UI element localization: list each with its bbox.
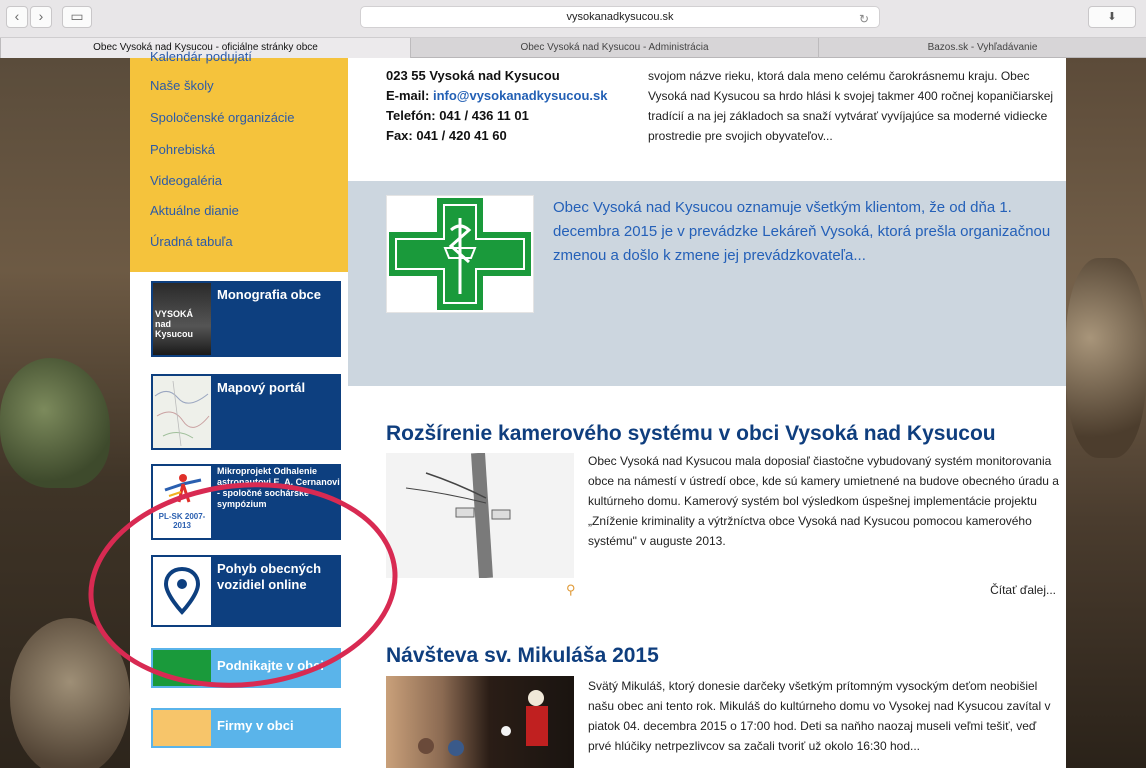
email-link[interactable]: info@vysokanadkysucou.sk (433, 88, 608, 103)
mikulas-photo-icon (418, 690, 548, 756)
forward-button[interactable]: › (30, 6, 52, 28)
browser-toolbar: ‹ › ▭ vysokanadkysucou.sk ↻ ⬇ (0, 0, 1146, 38)
article-text-mikulas: Svätý Mikuláš, ktorý donesie darčeky vše… (588, 679, 1051, 753)
camera-pole-icon (405, 453, 511, 578)
email-label: E-mail: (386, 88, 430, 103)
banner-firmy[interactable]: Firmy v obci (151, 708, 341, 748)
map-pin-icon (163, 566, 201, 615)
sidebar: Kalendár podujatí Naše školy Spoločenské… (130, 49, 348, 768)
reload-icon[interactable]: ↻ (859, 9, 869, 29)
article-text-kamery: Obec Vysoká nad Kysucou mala doposiaľ či… (588, 454, 1059, 548)
article-title-mikulas[interactable]: Návšteva sv. Mikuláša 2015 (386, 644, 659, 668)
article-title-kamery[interactable]: Rozšírenie kamerového systému v obci Vys… (386, 422, 996, 446)
background-rock (10, 618, 130, 768)
downloads-icon[interactable]: ⬇ (1088, 6, 1136, 28)
podnikajte-thumbnail (153, 650, 211, 686)
menu-item-pohrebiska[interactable]: Pohrebiská (150, 142, 215, 157)
map-icon (154, 380, 210, 447)
back-button[interactable]: ‹ (6, 6, 28, 28)
background-right (1066, 58, 1146, 768)
location-thumbnail (153, 557, 211, 625)
background-rock (1066, 258, 1146, 458)
plsk-figure-icon (164, 474, 202, 503)
banner-podnikajte[interactable]: Podnikajte v obci (151, 648, 341, 688)
tab-administration[interactable]: Obec Vysoká nad Kysucou - Administrácia (410, 38, 818, 58)
article-image-mikulas[interactable] (386, 676, 574, 768)
banner-label: Pohyb obecných vozidiel online (217, 561, 322, 592)
pharmacy-notice-link[interactable]: Obec Vysoká nad Kysucou oznamuje všetkým… (553, 196, 1053, 268)
banner-label: Monografia obce (217, 287, 322, 302)
monografia-thumbnail: VYSOKÁ nad Kysucou (153, 283, 211, 355)
contact-fax: Fax: 041 / 420 41 60 (386, 128, 507, 143)
sidebar-toggle-icon[interactable]: ▭ (62, 6, 92, 28)
menu-item-organizacie[interactable]: Spoločenské organizácie (150, 110, 295, 125)
read-more-link[interactable]: Čítať ďalej... (990, 583, 1056, 597)
banner-mikroprojekt[interactable]: PL-SK 2007-2013 Mikroprojekt Odhalenie a… (151, 464, 341, 540)
banner-label: Podnikajte v obci (217, 658, 324, 673)
contact-phone: Telefón: 041 / 436 11 01 (386, 108, 529, 123)
pharmacy-notice: Obec Vysoká nad Kysucou oznamuje všetkým… (348, 181, 1066, 386)
address-bar[interactable]: vysokanadkysucou.sk ↻ (360, 6, 880, 28)
plsk-logo-text: PL-SK 2007-2013 (158, 512, 206, 530)
banner-label: Mapový portál (217, 380, 306, 395)
main-content: 023 55 Vysoká nad Kysucou E-mail: info@v… (348, 58, 1066, 768)
background-left (0, 58, 130, 768)
banner-pohyb-vozidiel[interactable]: Pohyb obecných vozidiel online (151, 555, 341, 627)
sidebar-menu: Kalendár podujatí Naše školy Spoločenské… (130, 49, 348, 272)
menu-item-skoly[interactable]: Naše školy (150, 78, 214, 93)
pharmacy-cross-icon (389, 198, 531, 310)
contact-address: 023 55 Vysoká nad Kysucou (386, 68, 560, 83)
background-rock (0, 358, 110, 488)
banner-label: Firmy v obci (217, 718, 294, 733)
tab-bazos[interactable]: Bazos.sk - Vyhľadávanie (818, 38, 1146, 58)
plsk-logo: PL-SK 2007-2013 (153, 466, 211, 538)
menu-item-uradna-tabula[interactable]: Úradná tabuľa (150, 234, 233, 249)
contact-email-row: E-mail: info@vysokanadkysucou.sk (386, 86, 608, 106)
banner-label: Mikroprojekt Odhalenie astronautovi E. A… (217, 466, 340, 509)
firmy-thumbnail (153, 710, 211, 746)
intro-text: svojom názve rieku, ktorá dala meno celé… (648, 69, 1054, 143)
url-text: vysokanadkysucou.sk (566, 11, 674, 23)
banner-mapovy-portal[interactable]: Mapový portál (151, 374, 341, 450)
pharmacy-image[interactable] (386, 195, 534, 313)
contact-block: 023 55 Vysoká nad Kysucou E-mail: info@v… (386, 66, 608, 146)
menu-item-aktualne-dianie[interactable]: Aktuálne dianie (150, 203, 239, 218)
menu-item-kalendar[interactable]: Kalendár podujatí (150, 49, 252, 64)
zoom-icon[interactable]: ⚲ (566, 582, 576, 598)
menu-item-videogaleria[interactable]: Videogaléria (150, 173, 222, 188)
map-thumbnail (153, 376, 211, 448)
article-image-kamery[interactable] (386, 453, 574, 578)
banner-monografia[interactable]: VYSOKÁ nad Kysucou Monografia obce (151, 281, 341, 357)
